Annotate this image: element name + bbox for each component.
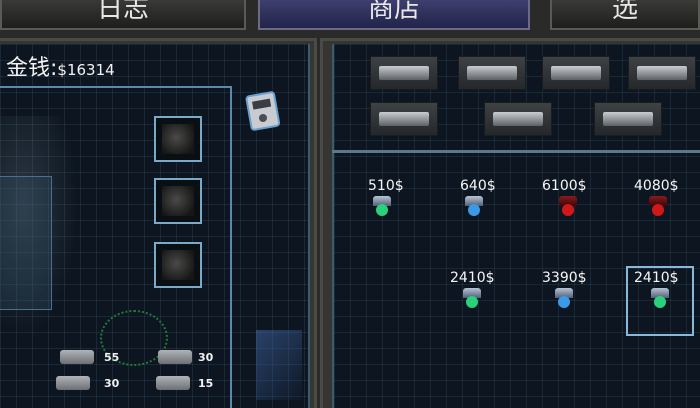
pistol-icon [156,376,190,390]
ammo-box-icon[interactable] [484,102,552,136]
item-price: 3390$ [542,270,587,286]
item-price: 4080$ [634,178,679,194]
rifle-icon [56,376,90,390]
equipment-slot-3[interactable] [154,242,202,288]
money-value: $16314 [57,61,115,79]
money-display: 金钱:$16314 [6,50,115,82]
stat-rifle-value: 30 [104,377,120,390]
equipment-slot-2[interactable] [154,178,202,224]
rifle-scope-icon[interactable] [542,56,610,90]
shop-item[interactable] [370,196,394,222]
category-divider [332,150,700,153]
tab-select-label: 选 [611,0,638,24]
device-icon[interactable] [243,90,283,134]
stat-armor-value: 55 [104,351,120,364]
shop-item[interactable] [556,196,580,222]
decoration [256,330,302,400]
shop-item[interactable] [646,196,670,222]
stat-vest-value: 30 [198,351,214,364]
shop-item-selected[interactable] [648,288,672,314]
shop-item[interactable] [460,288,484,314]
armor-vest-icon[interactable] [370,102,438,136]
character-preview [0,176,52,310]
tab-log-label: 日志 [96,0,149,24]
medkit-icon[interactable] [594,102,662,136]
tab-shop[interactable]: 商店 [258,0,530,30]
item-price: 2410$ [450,270,495,286]
item-price: 510$ [368,178,404,194]
money-label: 金钱: [6,56,58,81]
shop-item[interactable] [552,288,576,314]
shotgun-icon[interactable] [458,56,526,90]
pistol-icon[interactable] [370,56,438,90]
heart-armor-icon [60,350,94,364]
tab-shop-label: 商店 [367,0,420,24]
equipment-slot-1[interactable] [154,116,202,162]
item-price: 6100$ [542,178,587,194]
tab-log[interactable]: 日志 [0,0,246,30]
heavy-gun-icon[interactable] [628,56,696,90]
shop-item[interactable] [462,196,486,222]
shop-panel [332,44,700,408]
item-price: 2410$ [634,270,679,286]
item-price: 640$ [460,178,496,194]
tab-select[interactable]: 选 [550,0,700,30]
stat-pistol-value: 15 [198,377,214,390]
vest-icon [158,350,192,364]
